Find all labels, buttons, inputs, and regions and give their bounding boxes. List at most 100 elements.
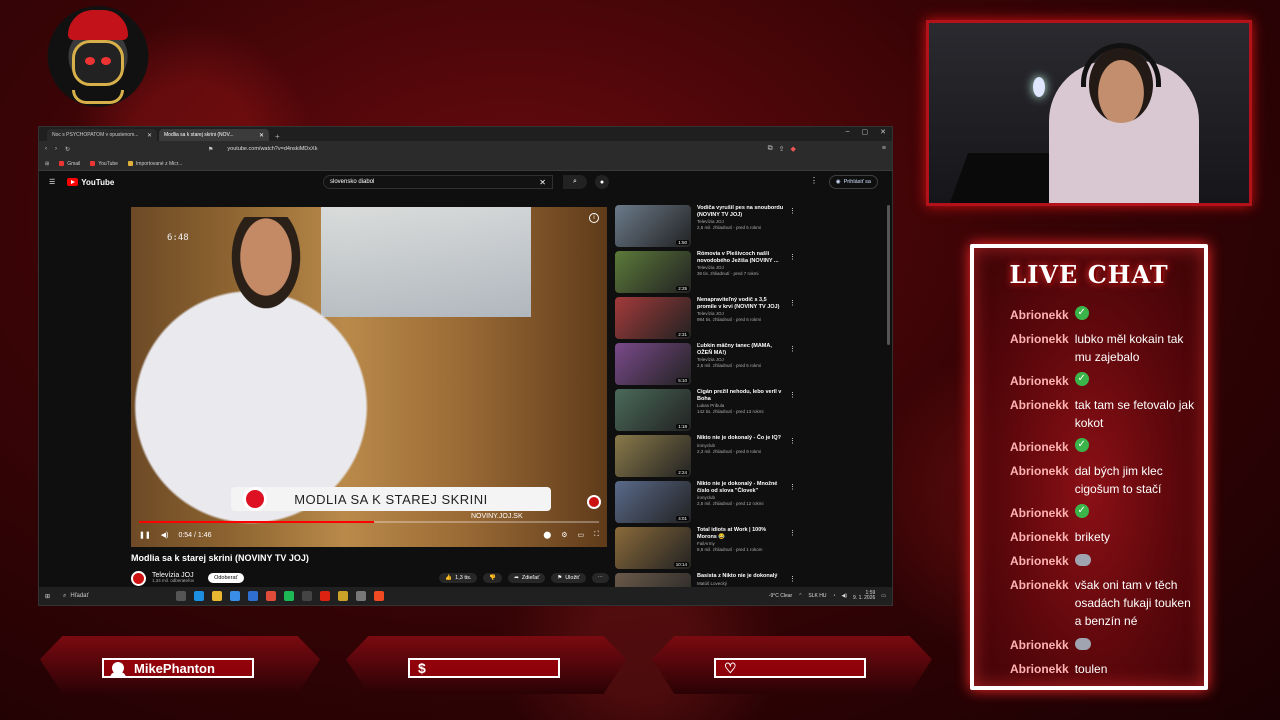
fullscreen-icon[interactable]: ⛶ — [594, 531, 599, 539]
recommendation-item[interactable]: 4:01 Nikto nie je dokonalý - Množné číslo… — [615, 481, 885, 527]
like-button[interactable]: 👍 1,3 tis. — [439, 573, 478, 583]
bookmark-imported[interactable]: Importované z Micr... — [127, 161, 182, 167]
clear-search-icon[interactable]: ✕ — [539, 178, 546, 187]
more-options-icon[interactable]: ⋮ — [789, 391, 796, 399]
more-actions-icon[interactable]: ⋯ — [591, 573, 609, 583]
obs-icon[interactable] — [302, 591, 313, 601]
chat-username[interactable]: Abrionekk — [1010, 576, 1069, 630]
search-icon[interactable]: ⌕ — [563, 175, 587, 189]
subscribe-button[interactable]: Odoberať — [208, 573, 244, 583]
recommendation-item[interactable]: 5:10 Ľubkin mäčny tanec (MAMA, OŽEŇ MA!) T… — [615, 343, 885, 389]
bookmark-icon[interactable]: ⚑ — [208, 146, 213, 153]
close-window-icon[interactable]: ✕ — [880, 128, 886, 136]
more-options-icon[interactable]: ⋮ — [789, 299, 796, 307]
recommendation-title[interactable]: Total idiots at Work | 100% Morons 😂 — [697, 527, 787, 540]
new-tab-icon[interactable]: + — [271, 132, 284, 141]
explorer-icon[interactable] — [212, 591, 223, 601]
share-button[interactable]: ➦ Zdieľať — [508, 573, 546, 583]
more-options-icon[interactable]: ⋮ — [789, 529, 796, 537]
channel-avatar[interactable] — [131, 570, 146, 586]
recommendation-thumbnail[interactable]: 1:18 — [615, 389, 691, 431]
hamburger-icon[interactable]: ☰ — [49, 178, 55, 186]
chat-username[interactable]: Abrionekk — [1010, 462, 1069, 498]
more-options-icon[interactable]: ⋮ — [810, 176, 818, 185]
recommendation-title[interactable]: Nikto nie je dokonalý - Množné číslo od … — [697, 481, 787, 494]
recommendation-thumbnail[interactable]: 4:01 — [615, 481, 691, 523]
close-tab-icon[interactable]: ✕ — [259, 132, 264, 139]
apps-icon[interactable]: ⊞ — [45, 161, 49, 167]
recommendation-title[interactable]: Cigán prežil nehodu, lebo veril v Boha — [697, 389, 787, 402]
recommendation-item[interactable]: 1:50 Vodiča vyrušil pes na snoubordu (NOV… — [615, 205, 885, 251]
recommendation-thumbnail[interactable]: 2:31 — [615, 297, 691, 339]
recommendation-thumbnail[interactable]: 10:14 — [615, 527, 691, 569]
recommendation-thumbnail[interactable]: 1:50 — [615, 205, 691, 247]
more-options-icon[interactable]: ⋮ — [789, 207, 796, 215]
close-tab-icon[interactable]: ✕ — [147, 132, 152, 139]
extension-icon[interactable]: ⧉ — [768, 145, 773, 153]
youtube-logo[interactable]: YouTube — [67, 178, 114, 187]
recommendation-item[interactable]: 2:31 Nenapraviteľný vodič s 3,5 promile v… — [615, 297, 885, 343]
miniplayer-icon[interactable]: ▭ — [577, 531, 584, 539]
volume-tray-icon[interactable]: ◀) — [842, 593, 848, 599]
volume-icon[interactable]: ◀) — [161, 531, 169, 539]
save-button[interactable]: ⚑ Uložiť — [551, 573, 586, 583]
wifi-icon[interactable]: ◔ — [832, 593, 835, 599]
recommendation-title[interactable]: Nenapraviteľný vodič s 3,5 promile v krv… — [697, 297, 787, 310]
recommendation-item[interactable]: 2:24 Nikto nie je dokonalý - Čo je IQ? iro… — [615, 435, 885, 481]
tray-chevron-icon[interactable]: ⌃ — [798, 593, 802, 599]
more-options-icon[interactable]: ⋮ — [789, 483, 796, 491]
chat-username[interactable]: Abrionekk — [1010, 372, 1069, 390]
info-icon[interactable]: i — [589, 213, 599, 223]
chat-username[interactable]: Abrionekk — [1010, 504, 1069, 522]
chrome-icon[interactable] — [266, 591, 277, 601]
pause-icon[interactable]: ❚❚ — [139, 531, 151, 539]
recommendation-title[interactable]: Nikto nie je dokonalý - Čo je IQ? — [697, 435, 787, 442]
more-options-icon[interactable]: ⋮ — [789, 575, 796, 583]
recommendation-title[interactable]: Ľubkin mäčny tanec (MAMA, OŽEŇ MA!) — [697, 343, 787, 356]
recommendation-thumbnail[interactable]: 5:10 — [615, 343, 691, 385]
store-icon[interactable] — [230, 591, 241, 601]
dislike-button[interactable]: 👎 — [483, 573, 503, 583]
signin-button[interactable]: ◉ Prihlásiť sa — [828, 175, 878, 189]
recommendation-thumbnail[interactable]: 2:24 — [615, 435, 691, 477]
chat-username[interactable]: Abrionekk — [1010, 438, 1069, 456]
taskview-icon[interactable] — [176, 591, 187, 601]
spotify-icon[interactable] — [284, 591, 295, 601]
reload-icon[interactable]: ↻ — [65, 146, 70, 153]
chat-username[interactable]: Abrionekk — [1010, 330, 1069, 366]
taskbar-search-input[interactable]: ⌕ Hľadať — [58, 590, 168, 602]
share-icon[interactable]: ⇪ — [779, 145, 785, 153]
edge-icon[interactable] — [194, 591, 205, 601]
app-yellow-icon[interactable] — [338, 591, 349, 601]
tab-active-video[interactable]: Modlia sa k starej skrini (NOV... ✕ — [159, 129, 269, 141]
recommendation-item[interactable]: 1:18 Cigán prežil nehodu, lebo veril v Bo… — [615, 389, 885, 435]
mail-icon[interactable] — [248, 591, 259, 601]
bookmark-youtube[interactable]: YouTube — [90, 161, 118, 167]
more-options-icon[interactable]: ⋮ — [789, 345, 796, 353]
recommendation-title[interactable]: Basista z Nikto nie je dokonalý — [697, 573, 787, 580]
settings-gear-icon[interactable]: ⚙ — [561, 531, 567, 539]
recommendation-item[interactable]: 2:25 Rómovia v Plešivcoch našli novodobéh… — [615, 251, 885, 297]
chat-username[interactable]: Abrionekk — [1010, 396, 1069, 432]
app-grey-icon[interactable] — [356, 591, 367, 601]
language-indicator[interactable]: SLK HU — [808, 593, 826, 599]
microphone-icon[interactable]: ● — [595, 175, 609, 189]
recommendation-title[interactable]: Rómovia v Plešivcoch našli novodobého Je… — [697, 251, 787, 264]
notifications-icon[interactable]: ▭ — [881, 593, 886, 599]
chat-username[interactable]: Abrionekk — [1010, 636, 1069, 654]
recommendation-item[interactable]: 10:14 Total idiots at Work | 100% Morons … — [615, 527, 885, 573]
chat-username[interactable]: Abrionekk — [1010, 528, 1069, 546]
chat-username[interactable]: Abrionekk — [1010, 306, 1069, 324]
chat-username[interactable]: Abrionekk — [1010, 660, 1069, 678]
menu-icon[interactable]: ≡ — [882, 145, 886, 153]
tab-psychopat[interactable]: Noc s PSYCHOPATOM v opustenom... ✕ — [47, 129, 157, 141]
maximize-icon[interactable]: ▢ — [862, 128, 869, 136]
back-icon[interactable]: ‹ — [45, 146, 47, 152]
chat-username[interactable]: Abrionekk — [1010, 552, 1069, 570]
forward-icon[interactable]: › — [55, 146, 57, 152]
shield-icon[interactable]: ◆ — [791, 145, 796, 153]
taskbar-clock[interactable]: 1:59 9. 1. 2026 — [853, 590, 875, 602]
recommendation-thumbnail[interactable]: 2:25 — [615, 251, 691, 293]
autoplay-toggle[interactable]: ⬤ — [543, 531, 551, 539]
more-options-icon[interactable]: ⋮ — [789, 437, 796, 445]
